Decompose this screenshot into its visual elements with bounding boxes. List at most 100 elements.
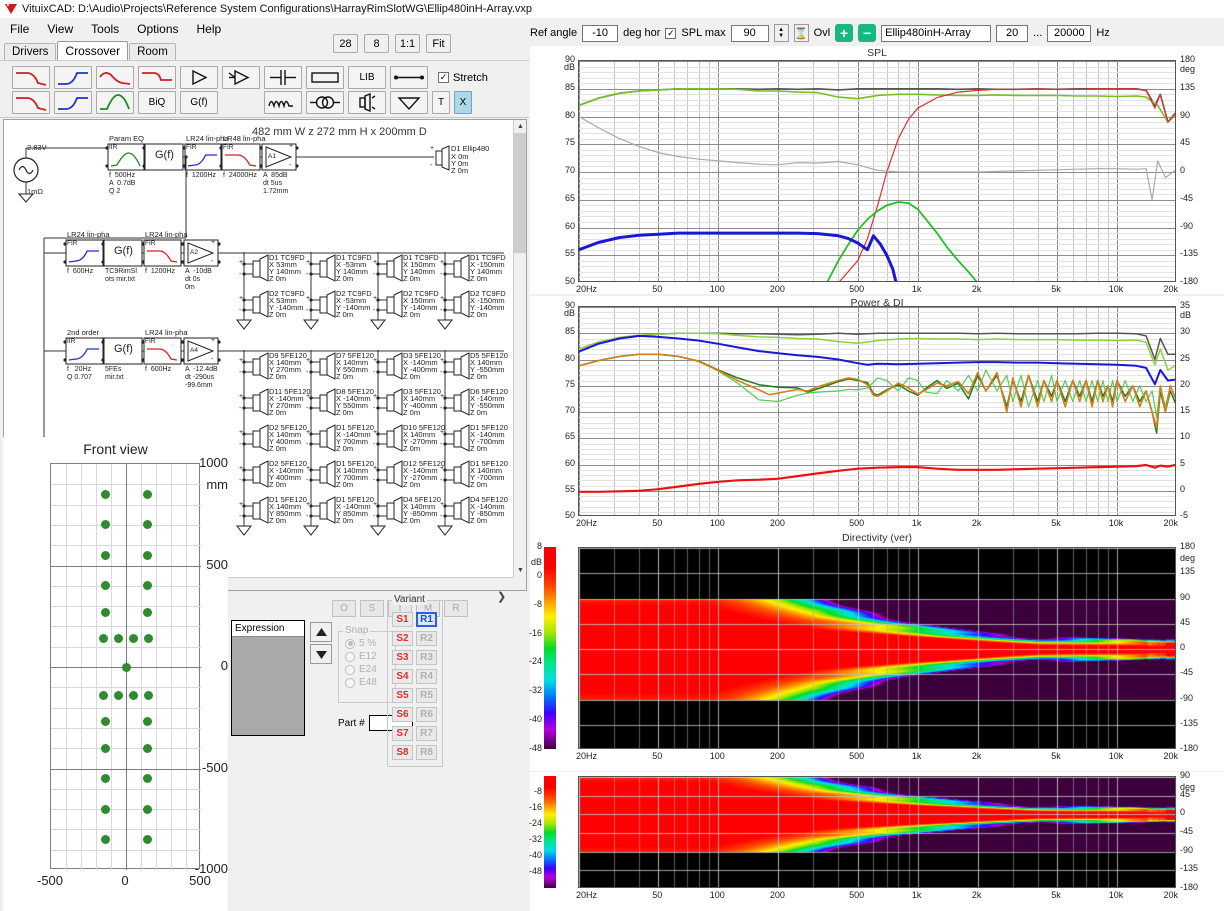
amplifier-icon[interactable] (180, 66, 218, 89)
freq-max-input[interactable] (1047, 24, 1092, 42)
variant-button-s4[interactable]: S4 (392, 669, 413, 684)
menu-item-file[interactable]: File (10, 22, 29, 36)
schematic-text: + (440, 501, 445, 508)
variant-button-r3[interactable]: R3 (416, 650, 437, 665)
spl-chart-plot-area[interactable] (578, 60, 1176, 282)
inductor-icon[interactable] (264, 91, 302, 114)
spl-max-checkbox[interactable]: ✓ (665, 27, 677, 39)
front-view-plot[interactable] (50, 463, 201, 870)
zoom-1to1-button[interactable]: 1:1 (395, 34, 420, 53)
directivity-hor-chart-canvas (579, 777, 1175, 887)
highpass-fir-icon[interactable] (54, 66, 92, 89)
variant-button-s1[interactable]: S1 (392, 612, 413, 627)
bandpass-fir-icon[interactable] (96, 66, 134, 89)
project-name-input[interactable] (881, 24, 992, 42)
expression-box[interactable]: Expression (231, 620, 305, 736)
front-view-y-tick: 1000 (199, 455, 228, 470)
variant-button-s5[interactable]: S5 (392, 688, 413, 703)
directivity-ver-chart-plot-area[interactable] (578, 547, 1176, 749)
scroll-up-icon[interactable]: ▲ (514, 120, 526, 133)
directivity-ver-chart[interactable]: Directivity (ver) 8 0 -8 -16 -24 -32 -40 -48 dB 1… (529, 531, 1224, 771)
ground-icon[interactable] (390, 91, 428, 114)
move-down-button[interactable] (310, 644, 332, 664)
resistor-icon[interactable] (306, 66, 344, 89)
schematic-text: - (239, 441, 242, 448)
directivity-ver-chart-canvas (579, 548, 1175, 748)
directivity-hor-chart-plot-area[interactable] (578, 776, 1176, 888)
tab-drivers[interactable]: Drivers (4, 43, 57, 60)
variant-button-s2[interactable]: S2 (392, 631, 413, 646)
osimr-button-r[interactable]: R (444, 600, 468, 617)
plus-circle-icon[interactable]: + (835, 24, 854, 42)
directivity-hor-chart[interactable]: -8 -16 -24 -32 -40 -48 90 45 0 -45 -90 -135 -180 deg 2… (529, 770, 1224, 911)
spl-chart[interactable]: SPL 90 85 80 75 70 65 60 55 50 dB 180 135 90 45 0 -45 -9… (530, 46, 1224, 294)
zoom-fit-button[interactable]: Fit (426, 34, 451, 53)
menu-item-tools[interactable]: Tools (91, 22, 119, 36)
lowpass-iir-icon[interactable] (12, 91, 50, 114)
spinner-updown-icon[interactable]: ▲ ▼ (773, 24, 789, 42)
text-tool-icon[interactable]: T (432, 91, 450, 114)
variant-button-s6[interactable]: S6 (392, 707, 413, 722)
stretch-checkbox[interactable]: ✓ (438, 72, 449, 83)
schematic-text: + (239, 429, 244, 436)
lowpass-fir-icon[interactable] (12, 66, 50, 89)
shelf-fir-icon[interactable] (138, 66, 176, 89)
power-di-chart-plot-area[interactable] (578, 306, 1176, 516)
schematic-vertical-scrollbar[interactable]: ▲ ▼ (513, 120, 526, 590)
library-icon[interactable]: LIB (348, 66, 386, 89)
variant-button-r4[interactable]: R4 (416, 669, 437, 684)
delete-tool-icon[interactable]: X (454, 91, 472, 114)
driver-position-dot (100, 489, 110, 499)
schematic-text: Z 0m (269, 274, 287, 283)
freq-min-input[interactable] (996, 24, 1029, 42)
tab-room[interactable]: Room (129, 43, 176, 60)
spl-max-input[interactable] (730, 24, 769, 42)
variant-button-r6[interactable]: R6 (416, 707, 437, 722)
osimr-button-o[interactable]: O (332, 600, 356, 617)
scrollbar-thumb[interactable] (514, 133, 526, 253)
amplifier-invert-icon[interactable] (222, 66, 260, 89)
highpass-iir-icon[interactable] (54, 91, 92, 114)
biquad-icon-label: BiQ (148, 97, 166, 108)
bandpass-iir-icon[interactable] (96, 91, 134, 114)
capacitor-icon[interactable] (264, 66, 302, 89)
variant-button-s3[interactable]: S3 (392, 650, 413, 665)
spl-chart-y2-tick: 180 (1180, 54, 1196, 64)
schematic-text: 2nd order (67, 328, 100, 337)
wire-icon[interactable] (390, 66, 428, 89)
transformer-icon[interactable] (306, 91, 344, 114)
ref-angle-input[interactable] (582, 24, 619, 42)
minus-circle-icon[interactable]: − (858, 24, 877, 42)
power-di-chart[interactable]: Power & DI 90 85 80 75 70 65 60 55 50 dB 35 30 25 20 1… (530, 296, 1224, 534)
menu-item-options[interactable]: Options (137, 22, 178, 36)
biquad-icon[interactable]: BiQ (138, 91, 176, 114)
schematic-text: Z 0m (269, 516, 287, 525)
expand-right-icon[interactable]: ❯ (497, 590, 506, 603)
menu-item-view[interactable]: View (47, 22, 73, 36)
variant-button-s7[interactable]: S7 (392, 726, 413, 741)
variant-button-s8[interactable]: S8 (392, 745, 413, 760)
freq-unit-label: Hz (1096, 27, 1110, 39)
variant-button-r1[interactable]: R1 (416, 612, 437, 627)
variant-button-r2[interactable]: R2 (416, 631, 437, 646)
driver-icon[interactable] (348, 91, 386, 114)
schematic-text: IIR (109, 144, 118, 151)
directivity-ver-title: Directivity (ver) (842, 532, 912, 544)
driver-position-dot (100, 804, 110, 814)
variant-button-r8[interactable]: R8 (416, 745, 437, 760)
ovl-label: Ovl (813, 27, 831, 39)
transfer-function-icon[interactable]: G(f) (180, 91, 218, 114)
variant-button-r5[interactable]: R5 (416, 688, 437, 703)
stretch-toggle[interactable]: ✓ Stretch (438, 72, 488, 84)
move-up-button[interactable] (310, 622, 332, 642)
osimr-button-s[interactable]: S (360, 600, 384, 617)
hourglass-icon[interactable]: ⌛ (793, 24, 809, 42)
tab-crossover[interactable]: Crossover (57, 41, 129, 60)
zoom-28-button[interactable]: 28 (333, 34, 358, 53)
directivity-ver-chart-y-tick: -90 (1180, 692, 1194, 703)
menu-item-help[interactable]: Help (197, 22, 222, 36)
variant-button-r7[interactable]: R7 (416, 726, 437, 741)
zoom-8-button[interactable]: 8 (364, 34, 389, 53)
expression-body[interactable] (232, 637, 304, 735)
front-view-y-tick: 0 (220, 658, 228, 673)
